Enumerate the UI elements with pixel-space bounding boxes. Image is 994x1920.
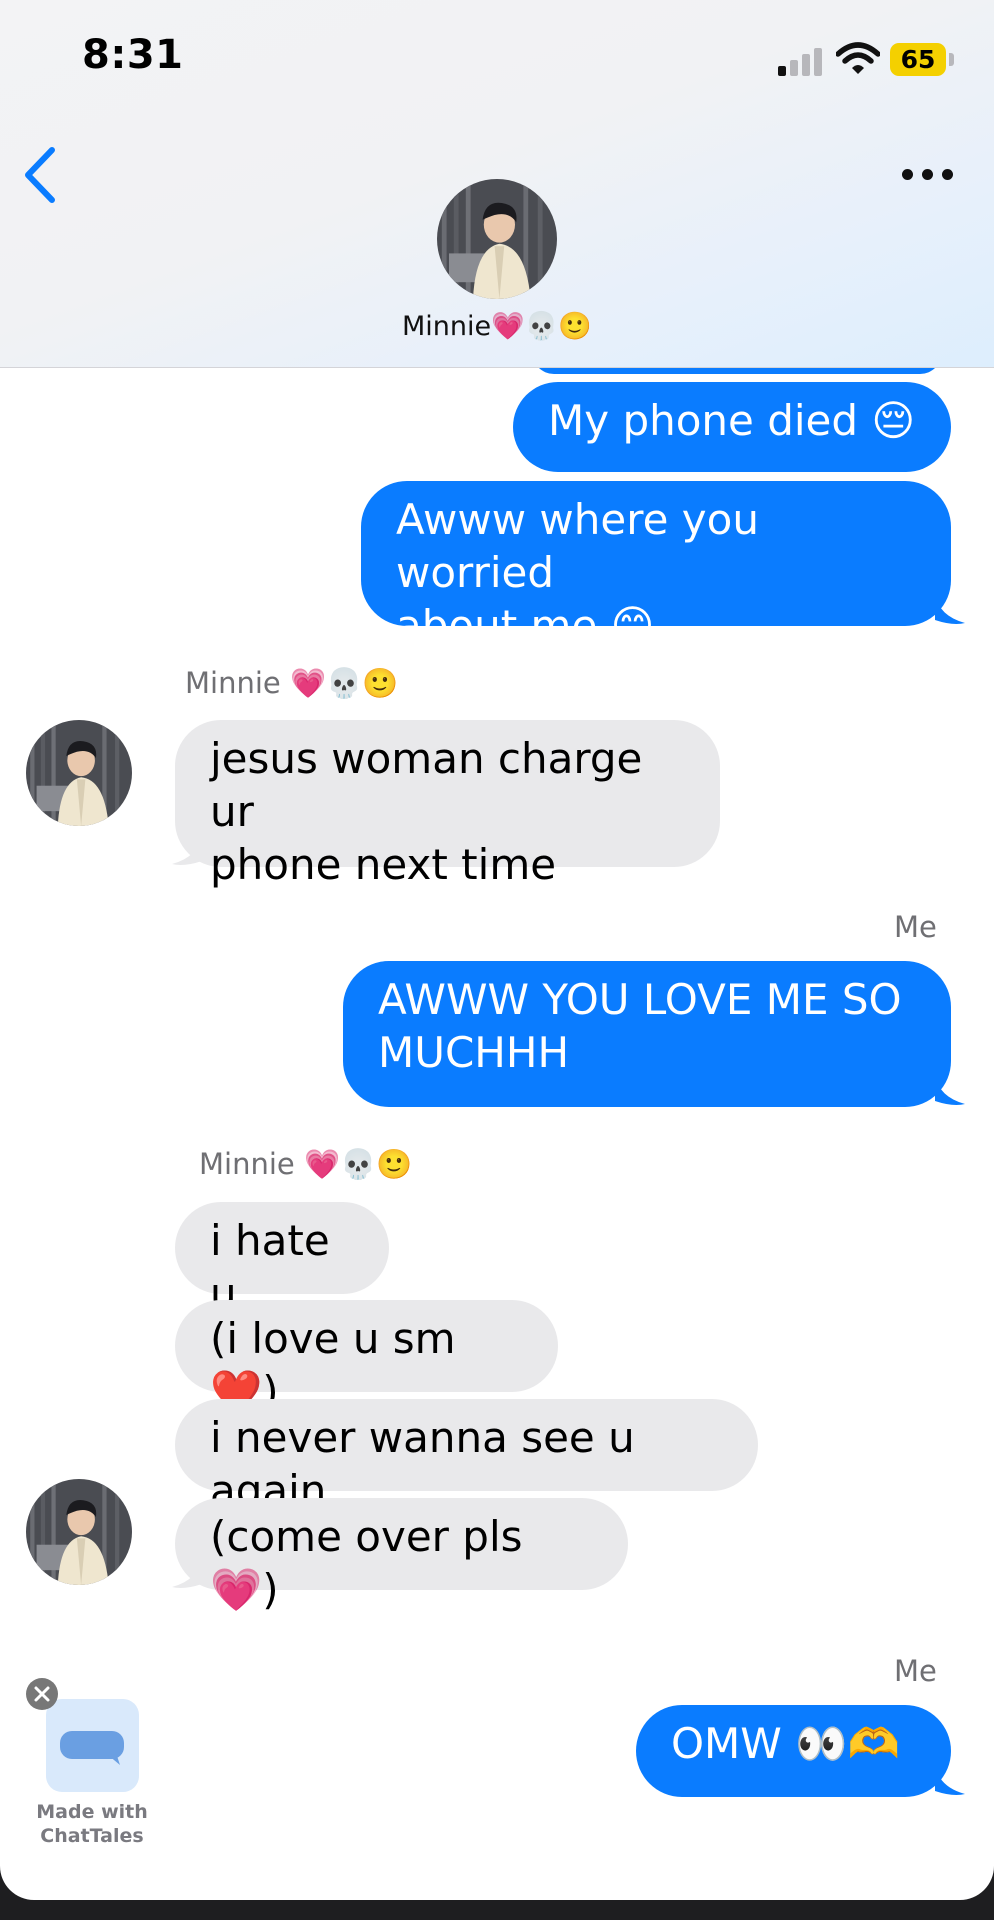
- message-bubble-sent[interactable]: AWWW YOU LOVE ME SO MUCHHH: [343, 961, 951, 1107]
- bubble-tail: [935, 594, 965, 624]
- bubble-tail: [935, 1765, 965, 1795]
- conversation-header: 8:31 65 Minnie💗💀🙂: [0, 0, 994, 368]
- contact-avatar-header[interactable]: [437, 179, 557, 299]
- watermark-label: Made with ChatTales: [36, 1801, 148, 1847]
- bubble-tail: [935, 1075, 965, 1105]
- close-icon[interactable]: [26, 1678, 58, 1710]
- messages-screen: My phone died 😔 Awww where you worried a…: [0, 0, 994, 1900]
- sender-label-me: Me: [894, 910, 937, 944]
- avatar-photo: [437, 179, 557, 299]
- message-bubble-sent[interactable]: My phone died 😔: [513, 382, 951, 472]
- bubble-tail: [172, 835, 202, 865]
- chat-bubble-icon: [60, 1731, 124, 1765]
- chevron-left-icon[interactable]: [20, 146, 60, 204]
- contact-avatar[interactable]: [26, 1479, 132, 1585]
- bubble-tail: [172, 1558, 202, 1588]
- status-time: 8:31: [82, 32, 184, 78]
- wifi-icon: [836, 42, 880, 74]
- avatar-photo: [26, 720, 132, 826]
- cellular-signal-icon: [778, 44, 824, 76]
- battery-icon: 65: [890, 43, 946, 76]
- message-bubble-received[interactable]: i never wanna see u again: [175, 1399, 758, 1515]
- message-bubble-sent[interactable]: OMW 👀🫶: [636, 1705, 951, 1797]
- contact-name[interactable]: Minnie💗💀🙂: [0, 310, 994, 342]
- sender-label: Minnie 💗💀🙂: [185, 666, 399, 700]
- sender-label-me: Me: [894, 1654, 937, 1688]
- message-bubble-received[interactable]: (i love u sm ❤️): [175, 1300, 558, 1416]
- message-bubble-received[interactable]: (come over pls 💗): [175, 1498, 628, 1614]
- message-bubble-received[interactable]: i hate u: [175, 1202, 389, 1318]
- chattales-logo[interactable]: [46, 1699, 139, 1792]
- avatar-photo: [26, 1479, 132, 1585]
- message-bubble-received[interactable]: jesus woman charge ur phone next time: [175, 720, 720, 889]
- ellipsis-icon[interactable]: [898, 160, 958, 188]
- battery-cap: [949, 53, 954, 66]
- sender-label: Minnie 💗💀🙂: [199, 1147, 413, 1181]
- contact-avatar[interactable]: [26, 720, 132, 826]
- message-bubble-sent[interactable]: Awww where you worried about me 😊: [361, 481, 951, 650]
